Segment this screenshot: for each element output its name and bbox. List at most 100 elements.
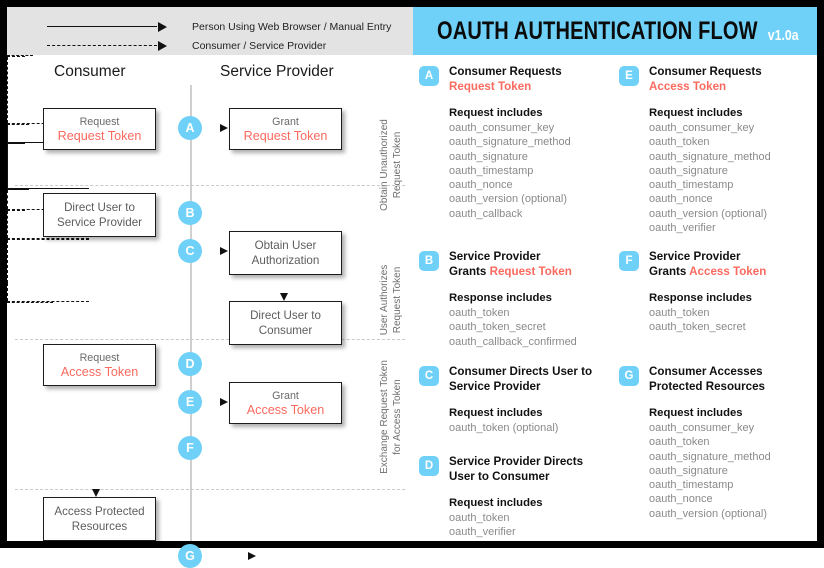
badge-c[interactable]: C (178, 239, 202, 263)
section-a-heading: Consumer Requests Request Token (449, 65, 562, 93)
solid-arrow-icon (47, 22, 182, 32)
section-badge-a[interactable]: A (419, 66, 439, 86)
badge-b[interactable]: B (178, 201, 202, 225)
badge-e[interactable]: E (178, 390, 202, 414)
param-item: oauth_consumer_key (449, 122, 555, 134)
connector-c-vertical (7, 125, 8, 142)
connector-auth-to-direct (7, 144, 8, 166)
section-c-params: oauth_token (optional) (449, 421, 615, 435)
node-direct-user-to-service-provider: Direct User to Service Provider (43, 193, 156, 237)
section-f-heading: Service Provider Grants Access Token (649, 250, 767, 278)
oauth-flow-poster: Person Using Web Browser / Manual Entry … (0, 0, 824, 568)
section-a: A Consumer Requests Request Token Reques… (419, 65, 609, 221)
param-item: oauth_nonce (649, 493, 713, 506)
section-badge-d[interactable]: D (419, 456, 439, 476)
dashed-arrow-icon (47, 41, 182, 51)
param-item: oauth_verifier (649, 222, 716, 235)
connector-auth-arrowhead (279, 293, 288, 301)
connector-c-horizontal-right (7, 143, 25, 144)
param-item: oauth_version (optional) (449, 193, 568, 206)
param-item: oauth_token_secret (449, 321, 546, 334)
section-badge-e[interactable]: E (619, 66, 639, 86)
connector-g-arrowhead (248, 551, 256, 560)
section-d-params: oauth_token oauth_verifier (449, 511, 615, 540)
section-badge-f[interactable]: F (619, 251, 639, 271)
section-f-params: oauth_token oauth_token_secret (649, 306, 819, 335)
connector-c-arrowhead (220, 246, 228, 255)
node-access-protected-resources: Access Protected Resources (43, 497, 156, 541)
param-item: oauth_version (optional) (649, 507, 768, 520)
section-f-subheading: Response includes (649, 292, 752, 304)
node-grant-request-token: Grant Request Token (229, 108, 342, 150)
connector-e-vertical (7, 190, 8, 209)
center-lifeline (190, 85, 192, 541)
section-c-subheading: Request includes (449, 407, 543, 419)
section-g-params: oauth_consumer_key oauth_token oauth_signa… (649, 421, 819, 521)
param-item: oauth_timestamp (449, 164, 534, 177)
param-item: oauth_token (449, 512, 510, 524)
param-item: oauth_token (optional) (449, 422, 559, 434)
badge-d[interactable]: D (178, 352, 202, 376)
connector-e-horizontal-right (7, 210, 25, 211)
legend-panel: Person Using Web Browser / Manual Entry … (7, 7, 413, 55)
version-label: v1.0a (768, 27, 799, 44)
param-item: oauth_token_secret (649, 321, 746, 334)
node-grant-access-token: Grant Access Token (229, 382, 342, 424)
badge-a[interactable]: A (178, 116, 202, 140)
section-badge-g[interactable]: G (619, 366, 639, 386)
section-g: G Consumer Accesses Protected Resources … (619, 365, 819, 521)
connector-e-arrowhead (220, 397, 228, 406)
param-item: oauth_signature (649, 464, 728, 477)
param-item: oauth_nonce (449, 179, 513, 192)
title-banner: OAUTH AUTHENTICATION FLOW v1.0a (413, 7, 817, 55)
connector-f-horizontal-left (7, 239, 89, 240)
param-item: oauth_verifier (449, 526, 516, 539)
section-d-subheading: Request includes (449, 497, 543, 509)
reference-panel: A Consumer Requests Request Token Reques… (413, 55, 817, 541)
node-obtain-user-authorization: Obtain User Authorization (229, 231, 342, 275)
section-b-subheading: Response includes (449, 292, 552, 304)
param-item: oauth_version (optional) (649, 207, 768, 220)
phase-label-3: Exchange Request Token for Access Token (379, 360, 403, 474)
param-item: oauth_nonce (649, 193, 713, 206)
legend-row-server: Consumer / Service Provider (7, 39, 326, 53)
page-title: OAUTH AUTHENTICATION FLOW (437, 17, 758, 45)
connector-f-vertical-left (7, 240, 8, 283)
column-header-service-provider: Service Provider (220, 63, 334, 80)
param-item: oauth_timestamp (649, 179, 734, 192)
column-header-consumer: Consumer (54, 63, 126, 80)
connector-f-vertical-right (7, 211, 8, 238)
param-item: oauth_callback (449, 207, 523, 220)
connector-a-right (7, 56, 25, 57)
section-e-subheading: Request includes (649, 107, 743, 119)
phase-label-1: Obtain Unauthorized Request Token (379, 119, 403, 211)
param-item: oauth_signature (449, 150, 528, 163)
param-item: oauth_token (449, 307, 510, 319)
section-badge-c[interactable]: C (419, 366, 439, 386)
section-badge-b[interactable]: B (419, 251, 439, 271)
connector-b-horizontal-left (7, 124, 29, 125)
param-item: oauth_signature (649, 164, 728, 177)
section-c: C Consumer Directs User to Service Provi… (419, 365, 615, 435)
param-item: oauth_token (649, 307, 710, 319)
badge-f[interactable]: F (178, 436, 202, 460)
legend-row-manual: Person Using Web Browser / Manual Entry (7, 20, 391, 34)
section-c-heading: Consumer Directs User to Service Provide… (449, 365, 593, 393)
connector-a-arrowhead (220, 123, 228, 132)
section-b-heading: Service Provider Grants Request Token (449, 250, 572, 278)
param-item: oauth_callback_confirmed (449, 335, 577, 348)
param-item: oauth_token (649, 436, 710, 449)
connector-b-vertical (7, 57, 8, 123)
node-request-request-token: Request Request Token (43, 108, 156, 150)
section-e-heading: Consumer Requests Access Token (649, 65, 762, 93)
section-e: E Consumer Requests Access Token Request… (619, 65, 819, 235)
param-item: oauth_timestamp (649, 479, 734, 492)
phase-separator-3 (15, 489, 405, 490)
param-item: oauth_token (649, 136, 710, 149)
section-a-subheading: Request includes (449, 107, 543, 119)
section-d-heading: Service Provider Directs User to Consume… (449, 455, 584, 483)
section-b: B Service Provider Grants Request Token … (419, 250, 609, 349)
connector-f-arrowhead (91, 489, 100, 497)
section-d: D Service Provider Directs User to Consu… (419, 455, 615, 540)
section-e-params: oauth_consumer_key oauth_token oauth_signa… (649, 121, 819, 235)
